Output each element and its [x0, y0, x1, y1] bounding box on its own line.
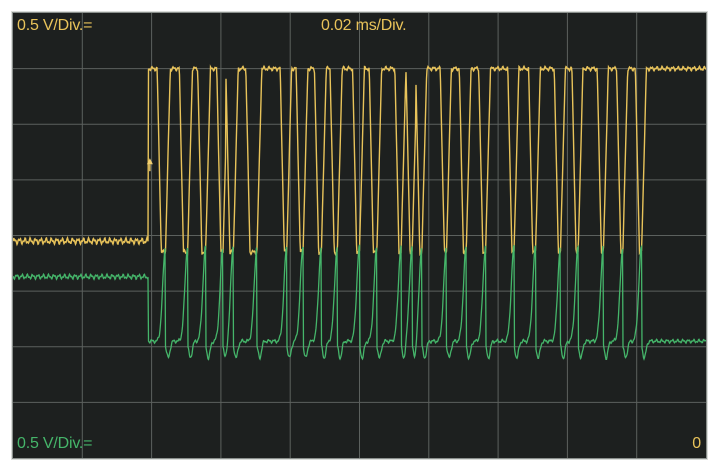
- channel2-trace: [13, 244, 706, 361]
- timebase-readout: 0.02 ms/Div.: [321, 17, 407, 34]
- oscilloscope-display: 0.5 V/Div.= 0.02 ms/Div. 0.5 V/Div.= 0: [12, 12, 707, 459]
- channel2-volts-per-div: 0.5 V/Div.=: [17, 435, 93, 452]
- channel1-volts-per-div: 0.5 V/Div.=: [17, 17, 93, 34]
- offset-readout: 0: [692, 435, 701, 452]
- scope-plot: [13, 13, 706, 458]
